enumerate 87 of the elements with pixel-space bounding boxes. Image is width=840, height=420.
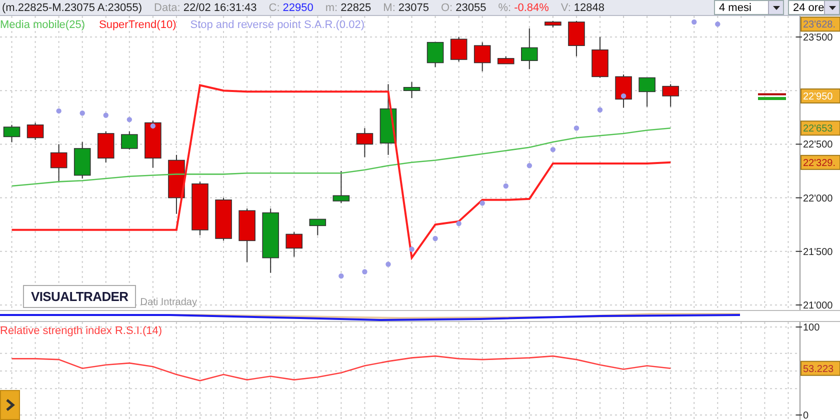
candlestick (286, 232, 303, 258)
field-value: 22825 (340, 2, 372, 14)
field-value: -0.84% (514, 2, 549, 14)
candlestick (544, 20, 562, 28)
legend-label: SuperTrend(10) (98, 19, 176, 31)
candlestick (450, 36, 468, 62)
candlestick (144, 120, 162, 168)
sar-dot (362, 269, 368, 274)
field-label: Data: (154, 2, 180, 14)
candlestick (3, 124, 20, 143)
sar-dot (480, 200, 485, 206)
axis-label: 0 (803, 410, 809, 420)
value-tag: 53.223 (800, 360, 840, 376)
expand-button[interactable] (0, 390, 20, 420)
candlestick (332, 170, 350, 204)
field-value: 22/02 16:31:43 (183, 2, 257, 14)
candlestick (215, 197, 232, 242)
sar-dot (150, 123, 156, 129)
candlestick (192, 181, 208, 236)
candlestick (615, 74, 632, 108)
value-tag: 22'950 (800, 88, 840, 104)
candlestick (74, 142, 91, 179)
candlestick (638, 77, 656, 108)
candlestick (121, 130, 138, 150)
legend-label: Stop and reverse point S.A.R.(0.02) (190, 19, 364, 31)
sar-dot (56, 108, 62, 114)
candlestick (568, 20, 585, 57)
value-tag: 22'329. (800, 154, 840, 170)
candlestick (426, 42, 444, 68)
candlestick (356, 128, 374, 158)
sar-dot (456, 220, 462, 226)
field-label: m: (325, 2, 338, 14)
candlestick (97, 130, 114, 163)
sar-dot (126, 116, 132, 122)
chart-title: Relative strength index R.S.I.(14) (0, 325, 162, 337)
sar-dot (597, 107, 603, 112)
sar-dot (432, 236, 438, 242)
axis-label: 22'500 (803, 140, 833, 151)
axis-label: 21'500 (803, 246, 833, 258)
logo: VISUALTRADER (23, 285, 136, 308)
sar-dot (574, 126, 580, 131)
value-tag: 22'653 (800, 120, 840, 136)
value-tag: 23'628. (800, 16, 840, 32)
field-label: C: (268, 2, 280, 14)
candlestick (380, 84, 397, 156)
candlestick (662, 84, 679, 108)
range-text: (m.22825-M.23075 A:23055) (2, 2, 142, 14)
axis-label: 23'500 (803, 32, 833, 44)
sar-dot (715, 22, 720, 27)
axis-label: 100 (803, 322, 820, 334)
candlestick (309, 218, 326, 236)
field-value: 23055 (456, 2, 486, 14)
chevron-right-icon (6, 399, 14, 411)
sar-dot (526, 163, 532, 168)
legend-label: Media mobile(25) (0, 19, 85, 31)
axis-label: 22'000 (803, 193, 833, 204)
candlestick (474, 42, 491, 72)
sar-dot (103, 112, 108, 118)
price-marker-drawing (758, 93, 786, 100)
sar-dot (503, 183, 508, 189)
candlestick (262, 208, 279, 274)
candlestick (238, 208, 256, 263)
candlestick (521, 28, 538, 70)
sar-dot (692, 19, 697, 25)
field-value: 23075 (398, 2, 429, 14)
candlestick (497, 56, 514, 64)
field-label: O: (441, 2, 453, 14)
sar-dot (409, 246, 414, 252)
axis-label: 21'000 (803, 300, 833, 310)
field-value: 12848 (574, 2, 605, 14)
field-value: 22950 (282, 2, 314, 14)
period-dropdown[interactable]: 4 mesi (714, 0, 784, 15)
field-label: M: (383, 2, 396, 14)
candlestick (26, 122, 44, 140)
sar-dot (386, 262, 391, 267)
field-label: V: (560, 2, 571, 14)
sar-dot (620, 93, 626, 99)
candlestick (592, 36, 608, 78)
sar-dot (338, 273, 344, 279)
sar-dot (80, 110, 85, 116)
period-dropdown[interactable]: 24 ore (788, 0, 840, 15)
candlestick (168, 154, 185, 214)
field-label: %: (498, 2, 512, 14)
source-label: Dati Intraday (140, 297, 197, 308)
sar-dot (550, 146, 556, 152)
candlestick (50, 144, 68, 182)
candlestick (403, 82, 420, 99)
